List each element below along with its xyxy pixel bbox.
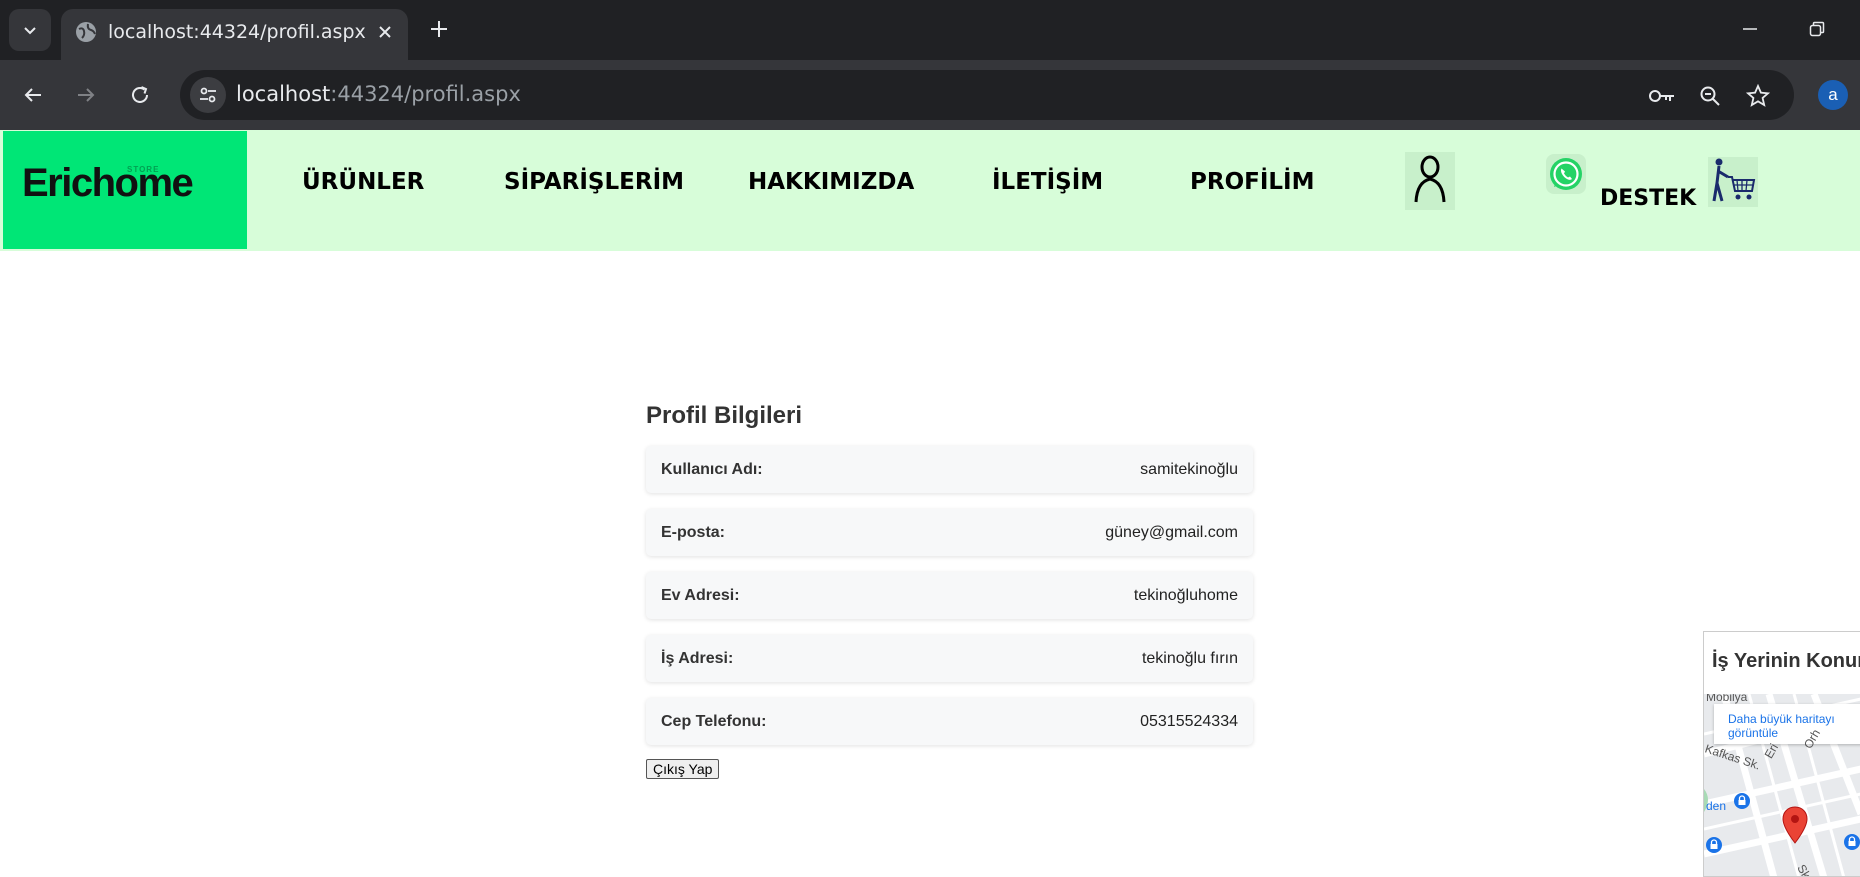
profile-section: Profil Bilgileri Kullanıcı Adı: samiteki… xyxy=(646,400,1253,779)
shopping-cart-icon xyxy=(1712,158,1756,202)
zoom-button[interactable] xyxy=(1695,81,1725,111)
globe-icon xyxy=(76,22,96,42)
logout-button[interactable]: Çıkış Yap xyxy=(646,759,720,779)
back-button[interactable] xyxy=(16,78,50,112)
nav-urunler[interactable]: ÜRÜNLER xyxy=(302,169,424,195)
cart-button[interactable] xyxy=(1708,157,1758,207)
whatsapp-button[interactable] xyxy=(1546,154,1586,194)
whatsapp-icon xyxy=(1550,158,1582,190)
info-value: 05315524334 xyxy=(1140,712,1238,730)
browser-toolbar: localhost:44324/profil.aspx a xyxy=(0,60,1860,130)
info-row-home-address: Ev Adresi: tekinoğluhome xyxy=(646,572,1253,619)
info-row-work-address: İş Adresi: tekinoğlu fırın xyxy=(646,635,1253,682)
nav-siparislerim[interactable]: SİPARİŞLERİM xyxy=(504,169,684,195)
info-row-username: Kullanıcı Adı: samitekinoğlu xyxy=(646,446,1253,493)
map-widget: İş Yerinin Konum Daha büyük haritayı gör… xyxy=(1703,631,1860,877)
tune-icon xyxy=(200,87,216,103)
tab-close-button[interactable] xyxy=(372,19,398,45)
map-poi-icon[interactable] xyxy=(1733,792,1751,810)
embedded-map[interactable]: Daha büyük haritayı görüntüle Mobilya Ka… xyxy=(1704,694,1860,876)
nav-iletisim[interactable]: İLETİŞİM xyxy=(992,169,1103,195)
info-row-phone: Cep Telefonu: 05315524334 xyxy=(646,698,1253,745)
plus-icon xyxy=(431,21,447,37)
info-label: Ev Adresi: xyxy=(661,586,740,604)
arrow-left-icon xyxy=(24,88,41,102)
map-poi-icon[interactable] xyxy=(1843,833,1860,851)
nav-hakkimizda[interactable]: HAKKIMIZDA xyxy=(748,169,914,195)
chevron-down-icon xyxy=(24,27,36,35)
browser-tabstrip: localhost:44324/profil.aspx xyxy=(0,0,1860,60)
new-tab-button[interactable] xyxy=(424,14,454,44)
arrow-right-icon xyxy=(78,88,95,102)
browser-profile-avatar[interactable]: a xyxy=(1818,80,1848,110)
forward-button[interactable] xyxy=(69,78,103,112)
info-row-email: E-posta: güney@gmail.com xyxy=(646,509,1253,556)
map-poi-icon[interactable] xyxy=(1705,836,1723,854)
address-bar[interactable]: localhost:44324/profil.aspx xyxy=(180,70,1794,120)
info-label: İş Adresi: xyxy=(661,649,734,667)
window-minimize-button[interactable] xyxy=(1735,14,1765,44)
support-label[interactable]: DESTEK xyxy=(1600,186,1696,211)
map-marker-icon[interactable] xyxy=(1782,806,1808,844)
reload-icon xyxy=(132,86,148,103)
map-label: den xyxy=(1706,799,1727,813)
browser-tab[interactable]: localhost:44324/profil.aspx xyxy=(61,9,408,60)
user-button[interactable] xyxy=(1405,152,1455,210)
info-value: güney@gmail.com xyxy=(1105,523,1238,541)
info-value: tekinoğlu fırın xyxy=(1141,649,1238,667)
info-label: Kullanıcı Adı: xyxy=(661,460,763,478)
key-icon xyxy=(1649,90,1674,102)
bookmark-button[interactable] xyxy=(1743,81,1773,111)
tab-title: localhost:44324/profil.aspx xyxy=(108,21,366,43)
map-label: Mobilya xyxy=(1706,694,1748,704)
logo-text: Erichome xyxy=(22,161,194,205)
info-value: tekinoğluhome xyxy=(1133,586,1238,604)
url-text[interactable]: localhost:44324/profil.aspx xyxy=(236,82,521,106)
tab-search-button[interactable] xyxy=(9,9,51,51)
zoom-out-icon xyxy=(1700,86,1720,106)
larger-map-link[interactable]: Daha büyük haritayı görüntüle xyxy=(1728,712,1860,740)
info-label: Cep Telefonu: xyxy=(661,712,767,730)
reload-button[interactable] xyxy=(123,78,157,112)
close-icon xyxy=(379,26,391,38)
info-label: E-posta: xyxy=(661,523,725,541)
map-link-box: Daha büyük haritayı görüntüle xyxy=(1714,704,1860,744)
profile-title: Profil Bilgileri xyxy=(646,402,803,429)
info-value: samitekinoğlu xyxy=(1140,460,1238,478)
site-header: STORE Erichome ÜRÜNLER SİPARİŞLERİM HAKK… xyxy=(0,130,1860,251)
password-key-button[interactable] xyxy=(1647,81,1677,111)
minimize-icon xyxy=(1743,28,1757,30)
window-restore-button[interactable] xyxy=(1802,14,1832,44)
site-info-button[interactable] xyxy=(190,77,226,113)
user-icon xyxy=(1414,155,1446,203)
star-icon xyxy=(1746,84,1770,107)
restore-icon xyxy=(1809,21,1825,37)
logo[interactable]: STORE Erichome xyxy=(3,131,247,249)
nav-profilim[interactable]: PROFİLİM xyxy=(1190,169,1315,195)
map-title: İş Yerinin Konum xyxy=(1712,650,1860,672)
